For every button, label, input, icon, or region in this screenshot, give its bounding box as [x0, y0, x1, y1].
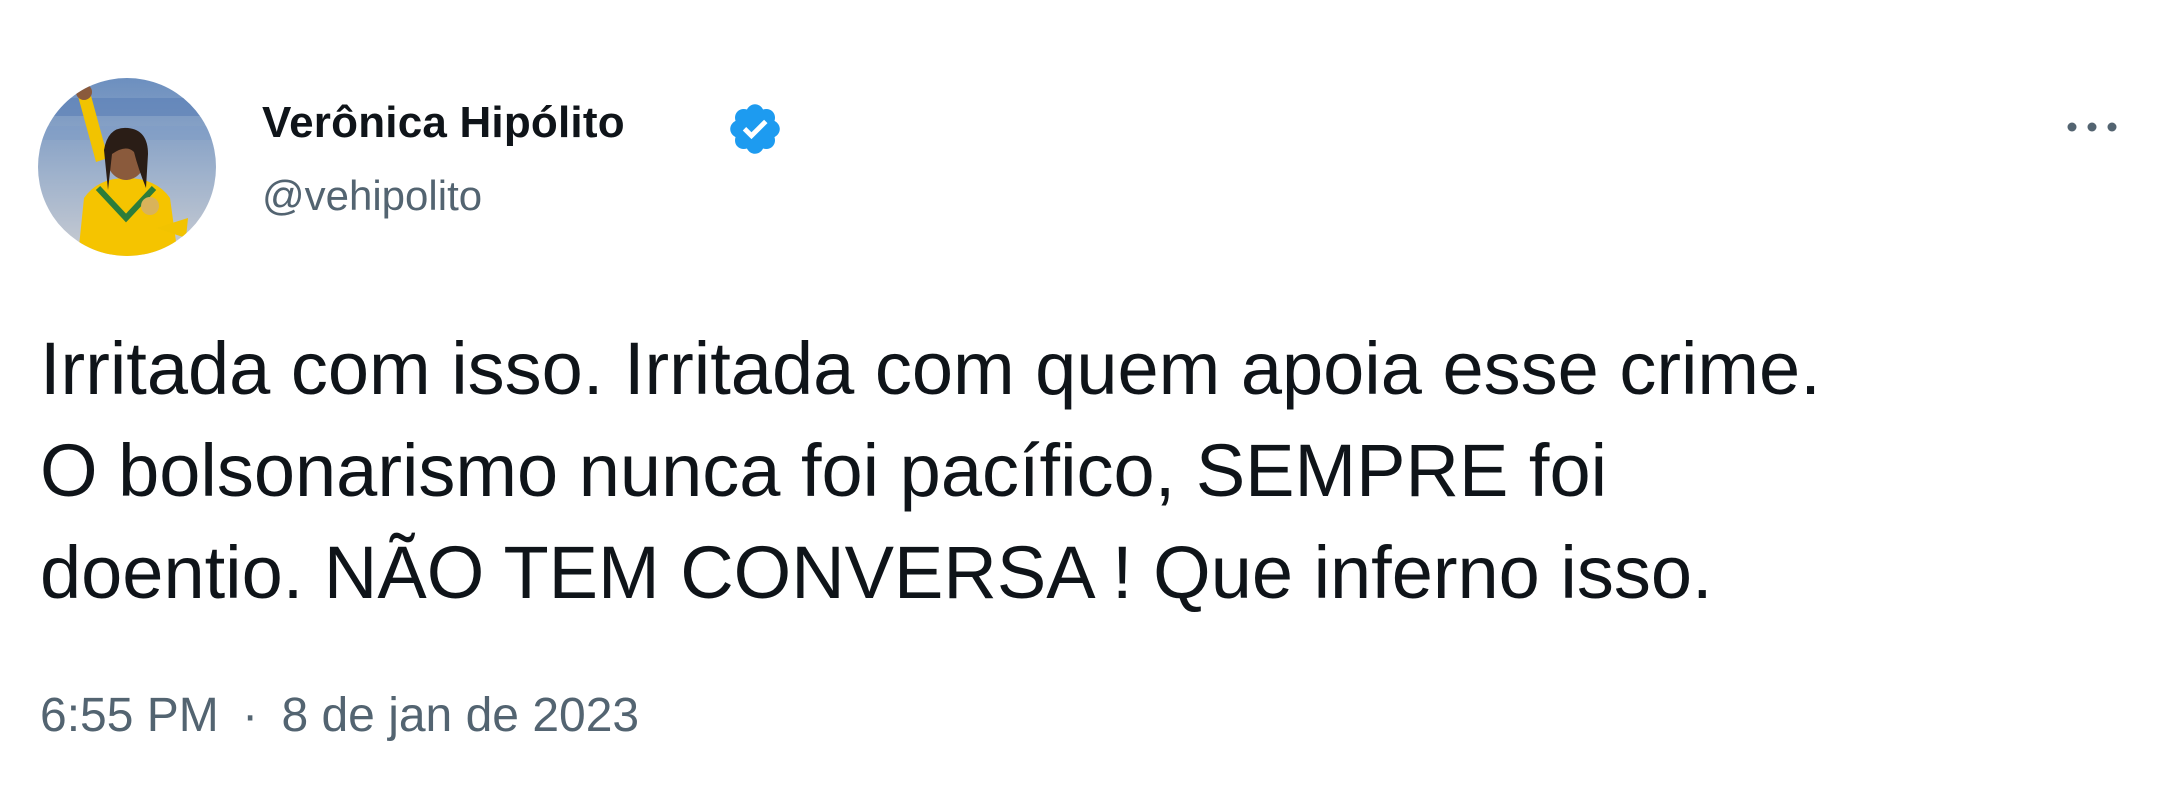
author-handle[interactable]: @vehipolito [262, 172, 482, 220]
verified-badge-icon [726, 100, 784, 158]
author-display-name[interactable]: Verônica Hipólito [262, 98, 625, 148]
meta-separator: · [242, 689, 259, 742]
tweet-time[interactable]: 6:55 PM [40, 689, 219, 742]
tweet-text-line: doentio. NÃO TEM CONVERSA ! Que inferno … [40, 531, 1713, 614]
tweet-text-line: O bolsonarismo nunca foi pacífico, SEMPR… [40, 429, 1608, 512]
tweet-date[interactable]: 8 de jan de 2023 [281, 689, 639, 742]
avatar[interactable] [38, 78, 216, 256]
profile-photo-icon [38, 78, 216, 256]
tweet-timestamp[interactable]: 6:55 PM · 8 de jan de 2023 [40, 688, 639, 743]
more-horizontal-icon [2067, 122, 2117, 132]
more-options-button[interactable] [2058, 100, 2126, 154]
tweet-card: Verônica Hipólito @vehipolito Irritada c… [0, 0, 2173, 800]
tweet-text-line: Irritada com isso. Irritada com quem apo… [40, 327, 1821, 410]
tweet-text: Irritada com isso. Irritada com quem apo… [40, 318, 2130, 624]
